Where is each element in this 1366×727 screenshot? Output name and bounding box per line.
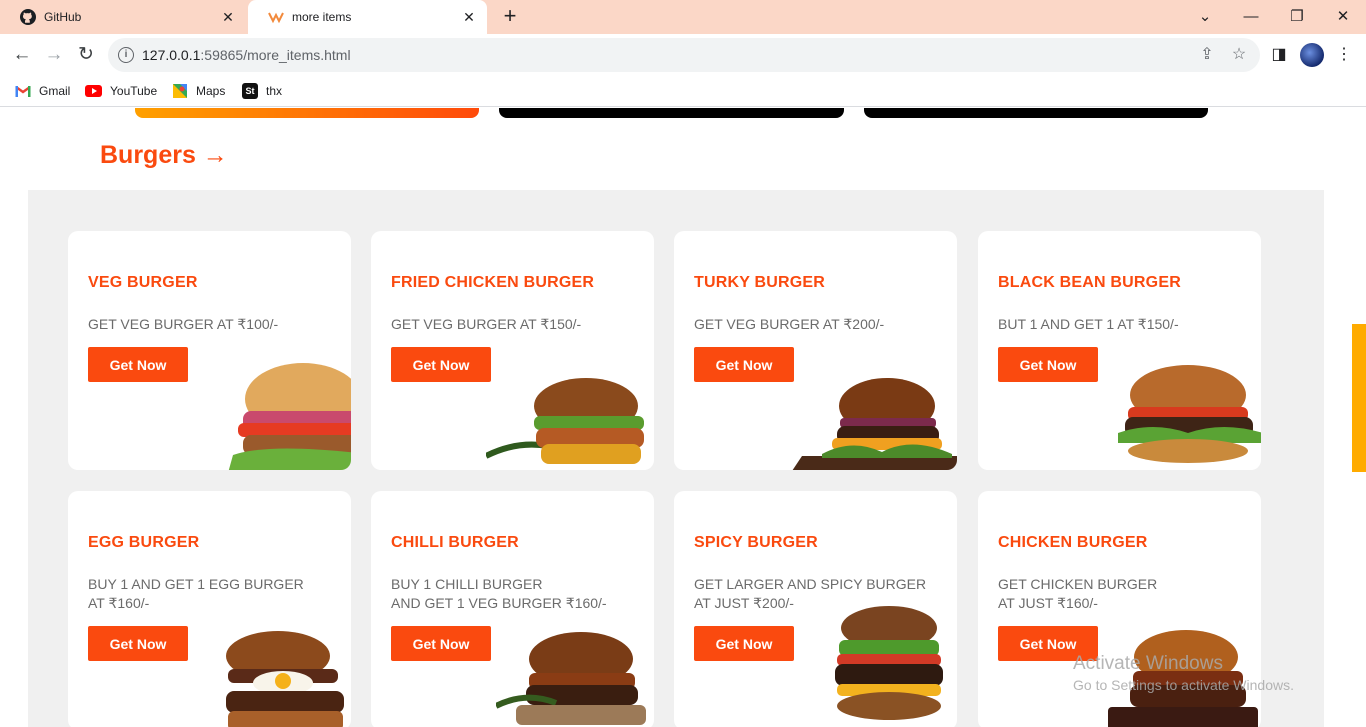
get-now-button[interactable]: Get Now	[694, 626, 794, 661]
forward-icon[interactable]: →	[41, 42, 67, 68]
burger-image	[228, 363, 351, 470]
site-logo-icon	[268, 9, 284, 25]
tab-strip: GitHub ✕ more items ✕ + ⌄ — ❐ ✕	[0, 0, 1366, 34]
product-description: BUY 1 AND GET 1 EGG BURGER AT ₹160/-	[88, 576, 304, 611]
product-description: BUT 1 AND GET 1 AT ₹150/-	[998, 316, 1179, 332]
tab-title: GitHub	[44, 10, 82, 24]
burger-image	[496, 632, 646, 725]
minimize-icon[interactable]: —	[1239, 5, 1263, 29]
close-window-icon[interactable]: ✕	[1331, 5, 1355, 29]
close-tab-icon[interactable]: ✕	[220, 9, 236, 25]
tab-github[interactable]: GitHub ✕	[0, 0, 246, 34]
bookmark-gmail[interactable]: Gmail	[15, 82, 70, 100]
burger-image	[226, 631, 344, 727]
product-card: TURKY BURGER GET VEG BURGER AT ₹200/- Ge…	[674, 231, 957, 470]
new-tab-icon[interactable]: +	[498, 5, 522, 29]
product-name: VEG BURGER	[88, 274, 198, 291]
share-icon[interactable]: ⇪	[1198, 46, 1216, 64]
product-card: SPICY BURGER GET LARGER AND SPICY BURGER…	[674, 491, 957, 727]
bookmark-maps[interactable]: Maps	[172, 82, 225, 100]
profile-avatar[interactable]	[1300, 43, 1324, 67]
burger-image	[792, 378, 957, 470]
get-now-button[interactable]: Get Now	[391, 626, 491, 661]
product-card: BLACK BEAN BURGER BUT 1 AND GET 1 AT ₹15…	[978, 231, 1261, 470]
reload-icon[interactable]: ↻	[73, 42, 99, 68]
get-now-button[interactable]: Get Now	[391, 347, 491, 382]
product-description: BUY 1 CHILLI BURGER AND GET 1 VEG BURGER…	[391, 576, 607, 611]
product-name: CHILLI BURGER	[391, 534, 519, 551]
tab-more-items[interactable]: more items ✕	[248, 0, 487, 34]
bookmark-thx[interactable]: St thx	[242, 82, 282, 100]
product-card: CHILLI BURGER BUY 1 CHILLI BURGER AND GE…	[371, 491, 654, 727]
tab-search-icon[interactable]: ⌄	[1193, 5, 1217, 29]
side-panel-icon[interactable]: ◨	[1267, 43, 1291, 67]
get-now-button[interactable]: Get Now	[694, 347, 794, 382]
bookmark-youtube[interactable]: YouTube	[85, 82, 157, 100]
address-bar[interactable]: i 127.0.0.1:59865/more_items.html ⇪ ☆	[108, 38, 1260, 72]
close-tab-icon[interactable]: ✕	[461, 9, 477, 25]
category-slide[interactable]	[135, 108, 479, 118]
tab-title: more items	[292, 10, 352, 24]
product-name: CHICKEN BURGER	[998, 534, 1148, 551]
product-name: BLACK BEAN BURGER	[998, 274, 1181, 291]
back-icon[interactable]: ←	[9, 42, 35, 68]
category-slide[interactable]	[499, 108, 844, 118]
category-slide[interactable]	[864, 108, 1208, 118]
burger-image	[835, 606, 943, 720]
maps-icon	[172, 83, 188, 99]
side-accent-bar	[1352, 324, 1366, 472]
gmail-icon	[15, 83, 31, 99]
product-name: SPICY BURGER	[694, 534, 818, 551]
product-name: EGG BURGER	[88, 534, 200, 551]
product-name: TURKY BURGER	[694, 274, 826, 291]
page-viewport: Burgers → VEG BURGER GET VEG BURGER AT ₹…	[0, 108, 1366, 727]
bookmarks-bar: Gmail YouTube Maps St thx	[0, 76, 1366, 107]
st-icon: St	[242, 83, 258, 99]
burger-grid: VEG BURGER GET VEG BURGER AT ₹100/- Get …	[28, 190, 1324, 727]
site-info-icon[interactable]: i	[118, 47, 134, 63]
browser-toolbar: ← → ↻ i 127.0.0.1:59865/more_items.html …	[0, 34, 1366, 76]
product-description: GET VEG BURGER AT ₹100/-	[88, 316, 279, 332]
get-now-button[interactable]: Get Now	[88, 347, 188, 382]
product-name: FRIED CHICKEN BURGER	[391, 274, 595, 291]
burger-image	[486, 378, 644, 464]
section-title[interactable]: Burgers →	[100, 141, 228, 170]
youtube-icon	[85, 85, 102, 97]
get-now-button[interactable]: Get Now	[88, 626, 188, 661]
product-description: GET VEG BURGER AT ₹200/-	[694, 316, 885, 332]
url-text[interactable]: 127.0.0.1:59865/more_items.html	[142, 47, 351, 63]
bookmark-star-icon[interactable]: ☆	[1230, 46, 1248, 64]
restore-icon[interactable]: ❐	[1285, 5, 1309, 29]
product-description: GET CHICKEN BURGER AT JUST ₹160/-	[998, 576, 1158, 611]
burger-image	[1118, 365, 1261, 463]
menu-icon[interactable]: ⋮	[1332, 43, 1356, 67]
github-icon	[20, 9, 36, 25]
product-card: FRIED CHICKEN BURGER GET VEG BURGER AT ₹…	[371, 231, 654, 470]
product-card: EGG BURGER BUY 1 AND GET 1 EGG BURGER AT…	[68, 491, 351, 727]
get-now-button[interactable]: Get Now	[998, 347, 1098, 382]
windows-activation-watermark: Activate Windows Go to Settings to activ…	[1073, 653, 1294, 693]
product-card: VEG BURGER GET VEG BURGER AT ₹100/- Get …	[68, 231, 351, 470]
product-description: GET VEG BURGER AT ₹150/-	[391, 316, 582, 332]
